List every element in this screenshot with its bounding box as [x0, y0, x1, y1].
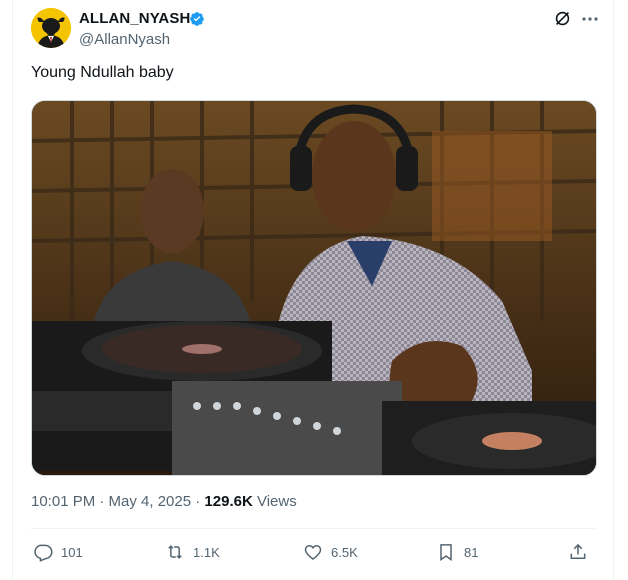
bookmark-icon: [440, 544, 452, 561]
reply-count: 101: [61, 544, 83, 560]
repost-button[interactable]: 1.1K: [165, 541, 220, 563]
like-button[interactable]: 6.5K: [303, 541, 358, 563]
like-icon: [304, 544, 322, 561]
author-handle[interactable]: @AllanNyash: [79, 31, 170, 48]
share-button[interactable]: [568, 541, 588, 563]
author-name[interactable]: ALLAN_NYASH: [79, 10, 190, 27]
share-icon: [570, 543, 586, 559]
tweet-meta: 10:01 PM · May 4, 2025 · 129.6K Views: [31, 493, 297, 510]
more-icon[interactable]: [580, 10, 600, 27]
reply-button[interactable]: 101: [33, 541, 83, 563]
divider: [31, 528, 595, 529]
dj-photo-illustration: [32, 101, 596, 475]
tweet-photo[interactable]: [31, 100, 597, 476]
repost-count: 1.1K: [193, 544, 220, 560]
bookmark-button[interactable]: 81: [436, 541, 478, 563]
avatar-illustration: [31, 8, 71, 48]
tweet-text: Young Ndullah baby: [31, 64, 174, 81]
bookmark-count: 81: [464, 544, 479, 560]
grok-icon[interactable]: [554, 10, 571, 27]
views-label: Views: [252, 493, 297, 510]
repost-icon: [168, 545, 182, 559]
like-count: 6.5K: [331, 544, 358, 560]
avatar[interactable]: [31, 8, 71, 48]
reply-icon: [34, 544, 53, 562]
tweet-timestamp[interactable]: 10:01 PM · May 4, 2025 ·: [31, 493, 204, 510]
views-count: 129.6K: [204, 493, 253, 510]
verified-badge-icon: [190, 12, 204, 26]
tweet-card: ALLAN_NYASH @AllanNyash Young Ndullah ba…: [12, 0, 614, 580]
